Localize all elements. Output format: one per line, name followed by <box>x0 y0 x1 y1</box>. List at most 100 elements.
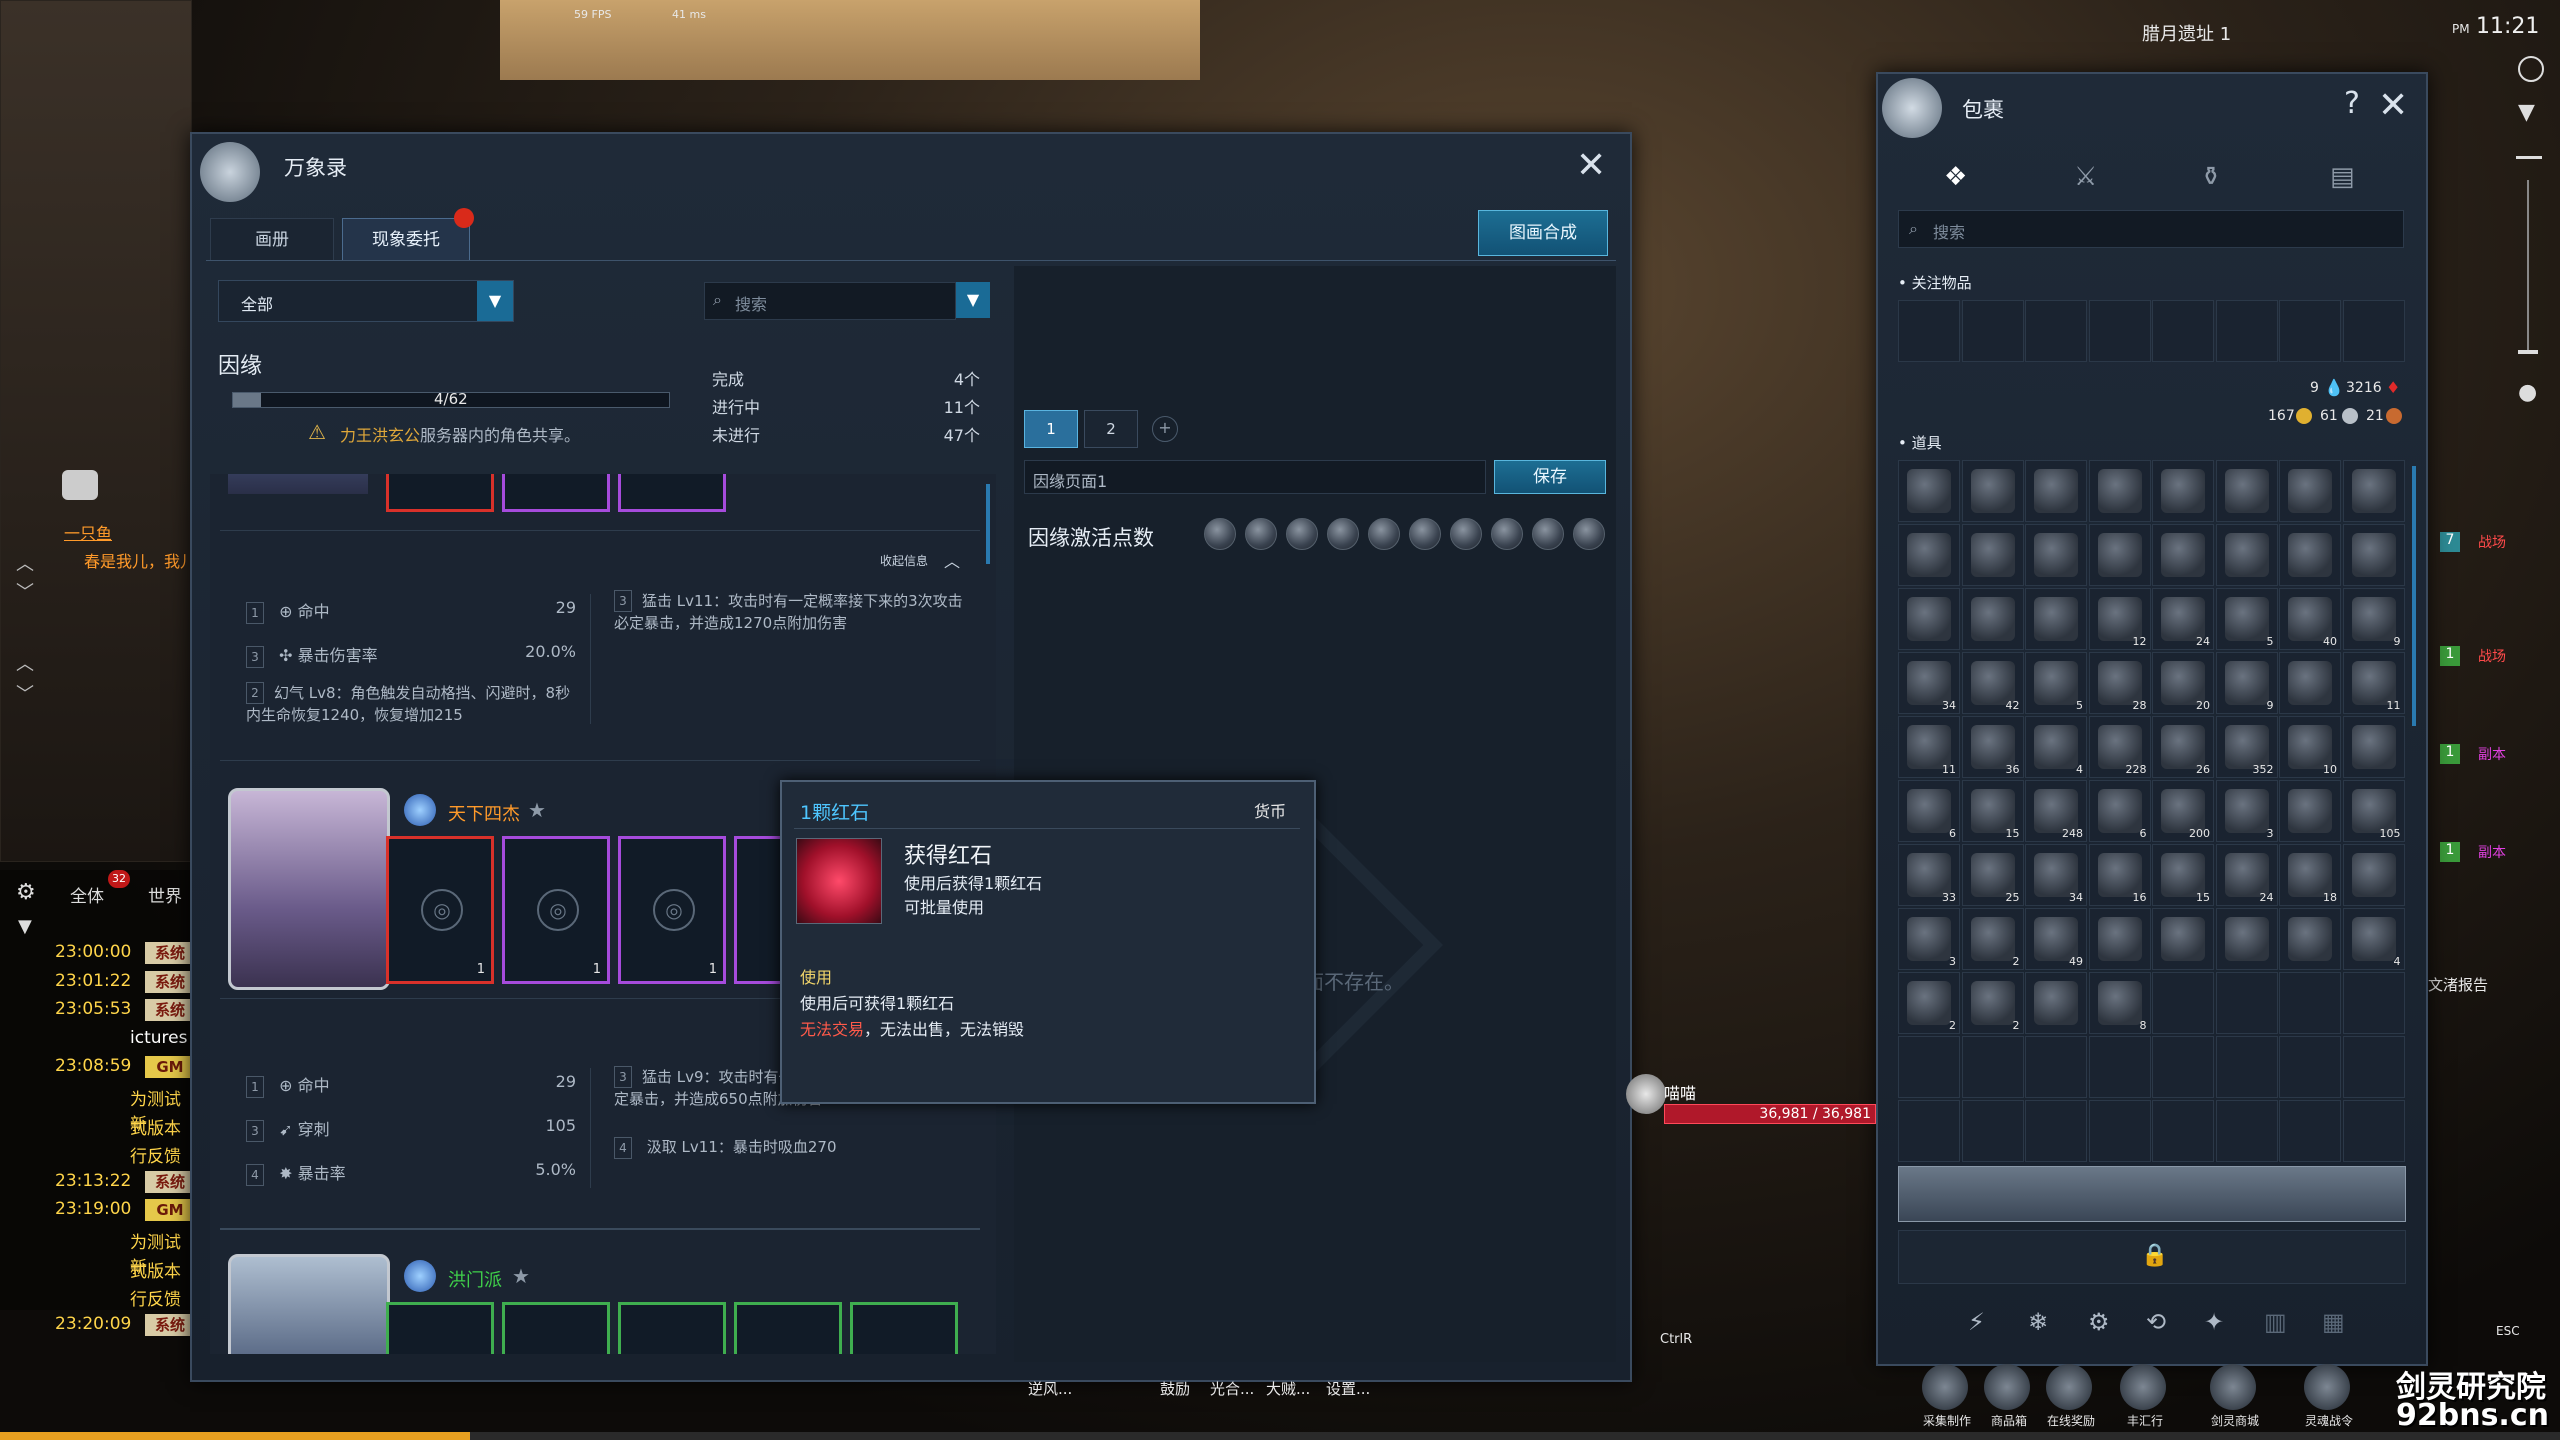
skill-slot-label[interactable]: 大贼... <box>1266 1378 1310 1399</box>
page-name-input[interactable]: 因缘页面1 <box>1024 460 1486 494</box>
filter-button[interactable]: ▼ <box>956 282 990 318</box>
left-player-name[interactable]: 一只鱼 <box>64 520 112 544</box>
inventory-slot[interactable]: 2 <box>1961 972 2024 1034</box>
help-icon[interactable]: ? <box>2344 86 2360 121</box>
group3-card-5[interactable] <box>850 1302 958 1354</box>
group2-card-3[interactable]: ◎ 1 <box>618 836 726 984</box>
inventory-slot[interactable]: 36 <box>1961 716 2024 778</box>
inventory-slot[interactable] <box>1961 524 2024 586</box>
expand-slot[interactable] <box>1898 1166 2406 1222</box>
chat-gear-icon[interactable]: ⚙ <box>16 880 36 905</box>
inventory-slot[interactable]: 16 <box>2088 844 2151 906</box>
inventory-slot[interactable] <box>2025 460 2087 522</box>
save-button[interactable]: 保存 <box>1494 460 1606 494</box>
inventory-slot[interactable]: 4 <box>2025 716 2087 778</box>
group1-card-3[interactable] <box>618 474 726 512</box>
zoom-slider[interactable] <box>2527 180 2529 350</box>
inventory-slot[interactable] <box>1898 588 1960 650</box>
inventory-slot[interactable] <box>2342 1100 2405 1162</box>
zone-label-3[interactable]: 副本 <box>2478 744 2506 764</box>
inventory-slot[interactable] <box>2088 908 2151 970</box>
inventory-slot[interactable]: 15 <box>1961 780 2024 842</box>
inventory-slot[interactable]: 26 <box>2152 716 2214 778</box>
menu-shortcut-icon[interactable] <box>2120 1364 2166 1410</box>
inventory-slot[interactable] <box>2279 1100 2341 1162</box>
tool-grid-icon[interactable]: ▦ <box>2322 1308 2345 1336</box>
inventory-slot[interactable] <box>2152 908 2214 970</box>
tool-refresh-icon[interactable]: ⟲ <box>2146 1308 2166 1336</box>
scroll-up-icon[interactable]: ︿ <box>16 550 34 576</box>
inventory-slot[interactable]: 15 <box>2152 844 2214 906</box>
watch-slot[interactable] <box>2342 300 2405 362</box>
inventory-slot[interactable] <box>2279 460 2341 522</box>
inventory-slot[interactable] <box>2088 1036 2151 1098</box>
filter-dropdown[interactable]: 全部 ▼ <box>218 280 514 322</box>
tab-album[interactable]: 画册 <box>210 218 334 261</box>
menu-shortcut-icon[interactable] <box>1922 1364 1968 1410</box>
inventory-slot[interactable]: 6 <box>1898 780 1960 842</box>
inventory-slot[interactable]: 11 <box>1898 716 1960 778</box>
chat-channel-tag[interactable]: GM <box>145 1199 195 1222</box>
inventory-slot[interactable] <box>2342 972 2405 1034</box>
tool-trash-icon[interactable]: ▥ <box>2264 1308 2287 1336</box>
page-tab-2[interactable]: 2 <box>1084 410 1138 448</box>
inventory-slot[interactable] <box>2279 1036 2341 1098</box>
filter-icon[interactable]: ▼ <box>2518 100 2535 125</box>
group3-card-1[interactable] <box>386 1302 494 1354</box>
zone-label-1[interactable]: 战场 <box>2478 532 2506 552</box>
skill-slot-label[interactable]: 光合... <box>1210 1378 1254 1399</box>
inventory-slot[interactable]: 228 <box>2088 716 2151 778</box>
group2-card-1[interactable]: ◎ 1 <box>386 836 494 984</box>
inventory-slot[interactable] <box>1961 588 2024 650</box>
inventory-slot[interactable] <box>2025 524 2087 586</box>
zone-label-4[interactable]: 副本 <box>2478 842 2506 862</box>
inventory-slot[interactable]: 24 <box>2152 588 2214 650</box>
tool-gear-icon[interactable]: ⚙ <box>2088 1308 2110 1336</box>
inventory-slot[interactable] <box>2342 524 2405 586</box>
inventory-slot[interactable] <box>2342 844 2405 906</box>
inventory-slot[interactable] <box>2215 1100 2278 1162</box>
category-weapon-icon[interactable]: ⚔ <box>2074 162 2097 192</box>
menu-shortcut-icon[interactable] <box>2046 1364 2092 1410</box>
inventory-slot[interactable] <box>2279 524 2341 586</box>
inventory-slot[interactable] <box>2025 588 2087 650</box>
group3-card-2[interactable] <box>502 1302 610 1354</box>
group3-card-4[interactable] <box>734 1302 842 1354</box>
tool-snowflake-icon[interactable]: ❄ <box>2028 1308 2048 1336</box>
inventory-slot[interactable] <box>2152 460 2214 522</box>
chat-tab-all[interactable]: 全体 <box>70 882 104 907</box>
inventory-slot[interactable] <box>2279 908 2341 970</box>
inventory-slot[interactable]: 9 <box>2215 652 2278 714</box>
watch-slot[interactable] <box>1961 300 2024 362</box>
inventory-slot[interactable]: 3 <box>2215 780 2278 842</box>
collapse-label[interactable]: 收起信息 <box>880 552 928 569</box>
group3-portrait[interactable] <box>228 1254 390 1354</box>
group2-portrait[interactable] <box>228 788 390 990</box>
chat-tab-world[interactable]: 世界 <box>148 882 182 907</box>
inventory-slot[interactable]: 8 <box>2088 972 2151 1034</box>
merge-button[interactable]: 图画合成 <box>1478 210 1608 256</box>
inventory-slot[interactable]: 6 <box>2088 780 2151 842</box>
menu-shortcut-icon[interactable] <box>1984 1364 2030 1410</box>
inventory-slot[interactable]: 33 <box>1898 844 1960 906</box>
inventory-slot[interactable] <box>1898 524 1960 586</box>
inventory-slot[interactable] <box>2088 460 2151 522</box>
inventory-slot[interactable]: 4 <box>2342 908 2405 970</box>
category-all-icon[interactable]: ❖ <box>1944 162 1967 192</box>
lamp-icon[interactable]: ● <box>2518 380 2537 405</box>
inventory-slot[interactable] <box>2279 780 2341 842</box>
inventory-scrollbar[interactable] <box>2412 466 2416 726</box>
inventory-slot[interactable]: 352 <box>2215 716 2278 778</box>
inventory-slot[interactable]: 248 <box>2025 780 2087 842</box>
menu-shortcut-icon[interactable] <box>2210 1364 2256 1410</box>
tab-commission[interactable]: 现象委托 <box>342 218 470 261</box>
group2-name[interactable]: 天下四杰 <box>448 800 520 826</box>
inventory-slot[interactable]: 42 <box>1961 652 2024 714</box>
inventory-slot[interactable] <box>1961 1036 2024 1098</box>
star-icon[interactable]: ★ <box>512 1264 530 1288</box>
inventory-slot[interactable] <box>2025 972 2087 1034</box>
chat-channel-tag[interactable]: 系统 <box>145 970 195 993</box>
inventory-panel[interactable]: 包裹 ? ✕ ❖ ⚔ ⚱ ▤ ⌕ 搜索 • 关注物品 9 💧 3216 ♦ 16… <box>1876 72 2428 1366</box>
inventory-slot[interactable]: 18 <box>2279 844 2341 906</box>
inventory-slot[interactable] <box>1898 1036 1960 1098</box>
